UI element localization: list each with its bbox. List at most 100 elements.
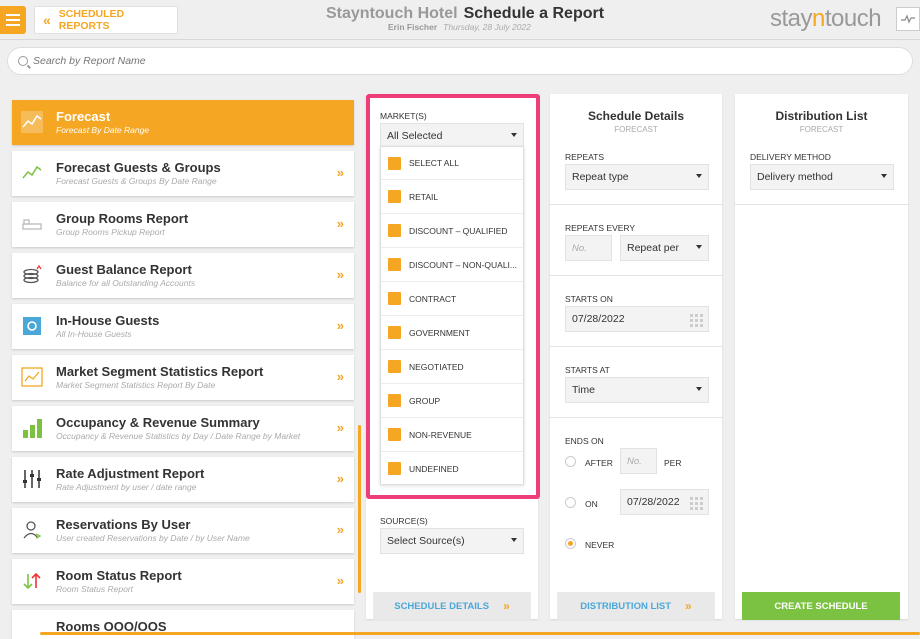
report-item-occupancy-revenue[interactable]: Occupancy & Revenue Summary Occupancy & … (12, 406, 354, 451)
report-desc: All In-House Guests (56, 329, 132, 339)
user-icon (20, 518, 44, 542)
ends-on-date-input[interactable]: 07/28/2022 (620, 489, 709, 515)
double-chevron-right-icon: » (336, 318, 344, 333)
checkbox-checked-icon (388, 258, 401, 271)
market-option-retail[interactable]: RETAIL (381, 180, 523, 214)
repeats-every-label: REPEATS EVERY (565, 223, 636, 233)
starts-at-label: STARTS AT (565, 365, 610, 375)
report-item-forecast[interactable]: Forecast Forecast By Date Range (12, 100, 354, 145)
report-item-group-rooms[interactable]: Group Rooms Report Group Rooms Pickup Re… (12, 202, 354, 247)
checkbox-checked-icon (388, 292, 401, 305)
user-date-line: Erin Fischer Thursday, 28 July 2022 (388, 22, 531, 32)
report-desc: User created Reservations by Date / by U… (56, 533, 250, 543)
schedule-details-title: Schedule Details (587, 109, 685, 123)
double-chevron-right-icon: » (336, 216, 344, 231)
line-chart-icon (20, 365, 44, 389)
per-label: PER (664, 458, 682, 468)
markets-selected-value: All Selected (387, 130, 443, 142)
repeats-every-number-input[interactable]: No. (565, 235, 612, 261)
report-search[interactable] (7, 47, 913, 75)
market-option-discount-qualified[interactable]: DISCOUNT – QUALIFIED (381, 214, 523, 248)
market-option-contract[interactable]: CONTRACT (381, 282, 523, 316)
report-name: Forecast Guests & Groups (56, 160, 221, 175)
sources-select[interactable]: Select Source(s) (380, 528, 524, 554)
activity-icon[interactable] (896, 7, 920, 31)
market-option-select-all[interactable]: SELECT ALL (381, 147, 523, 180)
distribution-list-subtitle: FORECAST (799, 125, 844, 134)
search-input[interactable] (33, 55, 893, 67)
report-item-room-status[interactable]: Room Status Report Room Status Report » (12, 559, 354, 604)
schedule-details-subtitle: FORECAST (614, 125, 658, 134)
checkbox-checked-icon (388, 428, 401, 441)
ends-never-radio[interactable] (565, 538, 576, 549)
report-item-guest-balance[interactable]: Guest Balance Report Balance for all Out… (12, 253, 354, 298)
ends-on-label: ENDS ON (565, 436, 604, 446)
report-item-market-segment[interactable]: Market Segment Statistics Report Market … (12, 355, 354, 400)
sources-selected-value: Select Source(s) (387, 535, 465, 547)
on-label: ON (585, 499, 598, 509)
market-option-discount-non-qualified[interactable]: DISCOUNT – NON-QUALI... (381, 248, 523, 282)
market-option-negotiated[interactable]: NEGOTIATED (381, 350, 523, 384)
after-label: AFTER (585, 458, 613, 468)
delivery-method-select[interactable]: Delivery method (750, 164, 894, 190)
report-name: In-House Guests (56, 313, 160, 328)
double-chevron-right-icon: » (685, 599, 692, 613)
report-item-forecast-guests-groups[interactable]: Forecast Guests & Groups Forecast Guests… (12, 151, 354, 196)
report-desc: Occupancy & Revenue Statistics by Day / … (56, 431, 301, 441)
schedule-details-button[interactable]: SCHEDULE DETAILS» (373, 592, 531, 620)
repeat-per-select[interactable]: Repeat per (620, 235, 709, 261)
search-icon (18, 56, 28, 66)
starts-on-date-input[interactable]: 07/28/2022 (565, 306, 709, 332)
report-item-reservations-by-user[interactable]: Reservations By User User created Reserv… (12, 508, 354, 553)
ends-after-number-input[interactable]: No. (620, 448, 657, 474)
checkbox-checked-icon (388, 326, 401, 339)
business-date: Thursday, 28 July 2022 (443, 22, 531, 32)
double-chevron-right-icon: » (336, 573, 344, 588)
market-option-government[interactable]: GOVERNMENT (381, 316, 523, 350)
double-chevron-right-icon: » (336, 522, 344, 537)
reports-scrollbar[interactable] (358, 425, 361, 593)
distribution-list-button[interactable]: DISTRIBUTION LIST» (557, 592, 715, 620)
in-house-icon (20, 314, 44, 338)
report-item-rate-adjustment[interactable]: Rate Adjustment Report Rate Adjustment b… (12, 457, 354, 502)
repeat-type-select[interactable]: Repeat type (565, 164, 709, 190)
double-chevron-right-icon: » (336, 369, 344, 384)
caret-down-icon (511, 133, 517, 137)
divider (735, 204, 908, 205)
report-desc: Rate Adjustment by user / date range (56, 482, 197, 492)
scheduled-reports-back-button[interactable]: « SCHEDULED REPORTS (34, 6, 178, 34)
report-name: Group Rooms Report (56, 211, 189, 226)
double-chevron-right-icon: » (503, 599, 510, 613)
markets-dropdown: SELECT ALL RETAIL DISCOUNT – QUALIFIED D… (380, 146, 524, 486)
market-option-non-revenue[interactable]: NON-REVENUE (381, 418, 523, 452)
starts-at-time-select[interactable]: Time (565, 377, 709, 403)
coins-icon (20, 263, 44, 287)
report-item-in-house-guests[interactable]: In-House Guests All In-House Guests » (12, 304, 354, 349)
caret-down-icon (696, 387, 702, 391)
market-option-group[interactable]: GROUP (381, 384, 523, 418)
header: « SCHEDULED REPORTS Stayntouch Hotel Sche… (0, 0, 920, 40)
ends-after-radio[interactable] (565, 456, 576, 467)
reports-list: Forecast Forecast By Date Range Forecast… (12, 100, 354, 639)
caret-down-icon (881, 174, 887, 178)
divider (550, 417, 722, 418)
divider (550, 275, 722, 276)
status-arrows-icon (20, 569, 44, 593)
bed-icon (20, 212, 44, 236)
report-name: Forecast (56, 109, 111, 124)
menu-icon[interactable] (0, 6, 26, 34)
create-schedule-button[interactable]: CREATE SCHEDULE (742, 592, 900, 620)
calendar-icon (690, 497, 703, 510)
never-label: NEVER (585, 540, 615, 550)
report-name: Market Segment Statistics Report (56, 364, 264, 379)
checkbox-checked-icon (388, 462, 401, 475)
market-option-undefined[interactable]: UNDEFINED (381, 452, 523, 486)
forecast-icon (20, 110, 44, 134)
horizontal-scrollbar[interactable] (40, 632, 920, 635)
report-name: Room Status Report (56, 568, 182, 583)
ends-on-radio[interactable] (565, 497, 576, 508)
delivery-method-label: DELIVERY METHOD (750, 152, 831, 162)
double-chevron-right-icon: » (336, 420, 344, 435)
caret-down-icon (511, 538, 517, 542)
report-desc: Forecast Guests & Groups By Date Range (56, 176, 217, 186)
